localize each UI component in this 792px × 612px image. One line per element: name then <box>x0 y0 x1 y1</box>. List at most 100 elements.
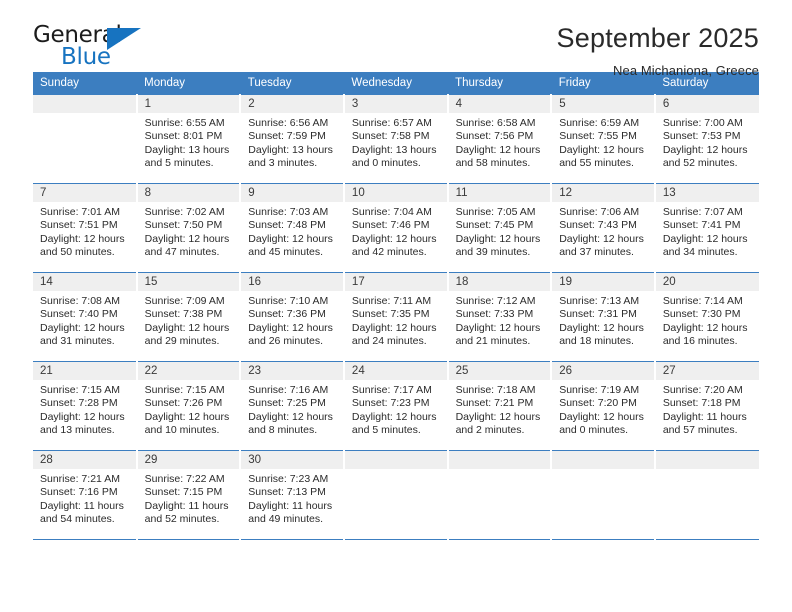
calendar-day-cell[interactable]: 4 Sunrise: 6:58 AM Sunset: 7:56 PM Daylight… <box>447 94 553 184</box>
calendar-day-cell[interactable]: 14 Sunrise: 7:08 AM Sunset: 7:40 PM Dayligh… <box>33 272 138 362</box>
day-number: 26 <box>552 362 654 380</box>
day-sun-info: Sunrise: 7:04 AM Sunset: 7:46 PM Daylight:… <box>345 202 447 260</box>
day-sun-info: Sunrise: 7:18 AM Sunset: 7:21 PM Daylight:… <box>449 380 551 438</box>
day-number: 18 <box>448 273 551 291</box>
day-cell-content <box>655 451 759 539</box>
day-cell-content: 22 Sunrise: 7:15 AM Sunset: 7:26 PM Dayligh… <box>137 362 240 450</box>
day-cell-content: 29 Sunrise: 7:22 AM Sunset: 7:15 PM Dayligh… <box>137 451 240 539</box>
day-number: 8 <box>137 184 240 202</box>
daylight-duration: Daylight: 13 hours and 0 minutes. <box>351 143 437 170</box>
sunrise-time: Sunrise: 7:19 AM <box>559 384 640 396</box>
sunset-time: Sunset: 7:26 PM <box>144 397 223 410</box>
calendar-day-cell[interactable]: 20 Sunrise: 7:14 AM Sunset: 7:30 PM Dayligh… <box>654 272 759 362</box>
day-cell-content: 23 Sunrise: 7:16 AM Sunset: 7:25 PM Dayligh… <box>241 362 343 450</box>
calendar-day-cell[interactable]: 3 Sunrise: 6:57 AM Sunset: 7:58 PM Daylight… <box>343 94 449 184</box>
day-number: 23 <box>241 362 343 380</box>
sunrise-time: Sunrise: 6:57 AM <box>351 117 432 129</box>
day-cell-content: 16 Sunrise: 7:10 AM Sunset: 7:36 PM Dayligh… <box>241 273 343 361</box>
calendar-day-cell[interactable]: 13 Sunrise: 7:07 AM Sunset: 7:41 PM Dayligh… <box>654 183 759 273</box>
day-number: 25 <box>448 362 551 380</box>
sunset-time: Sunset: 7:51 PM <box>40 219 118 232</box>
sunrise-time: Sunrise: 7:22 AM <box>144 473 225 485</box>
calendar-day-cell[interactable]: 17 Sunrise: 7:11 AM Sunset: 7:35 PM Dayligh… <box>343 272 449 362</box>
calendar-day-cell[interactable] <box>343 450 449 540</box>
sunrise-time: Sunrise: 6:55 AM <box>144 117 225 129</box>
daylight-duration: Daylight: 12 hours and 26 minutes. <box>248 321 333 348</box>
day-cell-content: 26 Sunrise: 7:19 AM Sunset: 7:20 PM Dayligh… <box>552 362 654 450</box>
calendar-day-cell[interactable]: 18 Sunrise: 7:12 AM Sunset: 7:33 PM Dayligh… <box>447 272 553 362</box>
calendar-day-cell[interactable] <box>551 450 656 540</box>
sunset-time: Sunset: 7:56 PM <box>455 130 534 143</box>
day-number: 3 <box>344 95 447 113</box>
day-number: 9 <box>241 184 343 202</box>
day-number: 5 <box>552 95 654 113</box>
day-cell-content: 18 Sunrise: 7:12 AM Sunset: 7:33 PM Dayligh… <box>448 273 551 361</box>
calendar-day-cell[interactable] <box>447 450 553 540</box>
calendar-day-cell[interactable]: 23 Sunrise: 7:16 AM Sunset: 7:25 PM Dayligh… <box>240 361 345 451</box>
day-cell-content: 4 Sunrise: 6:58 AM Sunset: 7:56 PM Daylight… <box>448 95 551 183</box>
sunset-time: Sunset: 8:01 PM <box>144 130 223 143</box>
weekday-header-wednesday: Wednesday <box>343 72 449 95</box>
calendar-day-cell[interactable]: 19 Sunrise: 7:13 AM Sunset: 7:31 PM Dayligh… <box>551 272 656 362</box>
title-block: September 2025 Nea Michaniona, Greece <box>556 22 759 77</box>
calendar-day-cell[interactable]: 24 Sunrise: 7:17 AM Sunset: 7:23 PM Dayligh… <box>343 361 449 451</box>
blue-triangle-icon <box>107 28 141 50</box>
sunset-time: Sunset: 7:59 PM <box>248 130 326 143</box>
day-sun-info: Sunrise: 7:13 AM Sunset: 7:31 PM Daylight:… <box>552 291 654 349</box>
day-number: 20 <box>655 273 759 291</box>
calendar-day-cell[interactable] <box>33 94 138 184</box>
calendar-day-cell[interactable]: 25 Sunrise: 7:18 AM Sunset: 7:21 PM Dayligh… <box>447 361 553 451</box>
sunset-time: Sunset: 7:50 PM <box>144 219 223 232</box>
calendar-day-cell[interactable]: 10 Sunrise: 7:04 AM Sunset: 7:46 PM Dayligh… <box>343 183 449 273</box>
daylight-duration: Daylight: 12 hours and 29 minutes. <box>144 321 230 348</box>
day-sun-info: Sunrise: 7:10 AM Sunset: 7:36 PM Daylight:… <box>241 291 343 349</box>
calendar-day-cell[interactable]: 6 Sunrise: 7:00 AM Sunset: 7:53 PM Daylight… <box>654 94 759 184</box>
day-cell-content: 27 Sunrise: 7:20 AM Sunset: 7:18 PM Dayligh… <box>655 362 759 450</box>
sunset-time: Sunset: 7:33 PM <box>455 308 534 321</box>
calendar-day-cell[interactable]: 27 Sunrise: 7:20 AM Sunset: 7:18 PM Dayligh… <box>654 361 759 451</box>
calendar-day-cell[interactable]: 28 Sunrise: 7:21 AM Sunset: 7:16 PM Dayligh… <box>33 450 138 540</box>
daylight-duration: Daylight: 12 hours and 55 minutes. <box>559 143 644 170</box>
day-cell-content: 9 Sunrise: 7:03 AM Sunset: 7:48 PM Daylight… <box>241 184 343 272</box>
calendar-day-cell[interactable]: 26 Sunrise: 7:19 AM Sunset: 7:20 PM Dayligh… <box>551 361 656 451</box>
calendar-week-row: 1 Sunrise: 6:55 AM Sunset: 8:01 PM Daylight… <box>33 94 759 184</box>
day-number: 14 <box>33 273 136 291</box>
calendar-day-cell[interactable]: 7 Sunrise: 7:01 AM Sunset: 7:51 PM Daylight… <box>33 183 138 273</box>
calendar-day-cell[interactable]: 30 Sunrise: 7:23 AM Sunset: 7:13 PM Dayligh… <box>240 450 345 540</box>
general-blue-logo[interactable]: General Blue <box>33 22 173 74</box>
calendar-day-cell[interactable]: 12 Sunrise: 7:06 AM Sunset: 7:43 PM Dayligh… <box>551 183 656 273</box>
weekday-header-thursday: Thursday <box>447 72 552 95</box>
calendar-day-cell[interactable]: 15 Sunrise: 7:09 AM Sunset: 7:38 PM Dayligh… <box>136 272 242 362</box>
calendar-day-cell[interactable] <box>654 450 759 540</box>
daylight-duration: Daylight: 12 hours and 42 minutes. <box>351 232 437 259</box>
day-cell-content: 30 Sunrise: 7:23 AM Sunset: 7:13 PM Dayligh… <box>241 451 343 539</box>
calendar-day-cell[interactable]: 22 Sunrise: 7:15 AM Sunset: 7:26 PM Dayligh… <box>136 361 242 451</box>
calendar-day-cell[interactable]: 8 Sunrise: 7:02 AM Sunset: 7:50 PM Daylight… <box>136 183 242 273</box>
day-number: 27 <box>655 362 759 380</box>
calendar-week-row: 14 Sunrise: 7:08 AM Sunset: 7:40 PM Dayligh… <box>33 272 759 362</box>
day-sun-info: Sunrise: 7:17 AM Sunset: 7:23 PM Daylight:… <box>345 380 447 438</box>
day-number: 24 <box>344 362 447 380</box>
calendar-day-cell[interactable]: 16 Sunrise: 7:10 AM Sunset: 7:36 PM Dayligh… <box>240 272 345 362</box>
day-number <box>655 451 759 469</box>
daylight-duration: Daylight: 13 hours and 5 minutes. <box>144 143 230 170</box>
calendar-day-cell[interactable]: 29 Sunrise: 7:22 AM Sunset: 7:15 PM Dayligh… <box>136 450 242 540</box>
day-sun-info: Sunrise: 7:11 AM Sunset: 7:35 PM Daylight:… <box>345 291 447 349</box>
weekday-header-sunday: Sunday <box>33 72 138 95</box>
sunrise-time: Sunrise: 7:15 AM <box>40 384 120 396</box>
day-sun-info: Sunrise: 7:14 AM Sunset: 7:30 PM Daylight:… <box>656 291 759 349</box>
day-sun-info: Sunrise: 7:20 AM Sunset: 7:18 PM Daylight:… <box>656 380 759 438</box>
day-sun-info: Sunrise: 7:00 AM Sunset: 7:53 PM Daylight:… <box>656 113 759 171</box>
calendar-day-cell[interactable]: 21 Sunrise: 7:15 AM Sunset: 7:28 PM Dayligh… <box>33 361 138 451</box>
daylight-duration: Daylight: 12 hours and 16 minutes. <box>662 321 748 348</box>
calendar-day-cell[interactable]: 2 Sunrise: 6:56 AM Sunset: 7:59 PM Daylight… <box>240 94 345 184</box>
calendar-day-cell[interactable]: 1 Sunrise: 6:55 AM Sunset: 8:01 PM Daylight… <box>136 94 242 184</box>
page-title: September 2025 <box>556 23 759 53</box>
calendar-day-cell[interactable]: 11 Sunrise: 7:05 AM Sunset: 7:45 PM Dayligh… <box>447 183 553 273</box>
day-cell-content: 14 Sunrise: 7:08 AM Sunset: 7:40 PM Dayligh… <box>33 273 136 361</box>
calendar-day-cell[interactable]: 5 Sunrise: 6:59 AM Sunset: 7:55 PM Daylight… <box>551 94 656 184</box>
sunrise-time: Sunrise: 7:01 AM <box>40 206 120 218</box>
calendar-day-cell[interactable]: 9 Sunrise: 7:03 AM Sunset: 7:48 PM Daylight… <box>240 183 345 273</box>
day-cell-content: 3 Sunrise: 6:57 AM Sunset: 7:58 PM Daylight… <box>344 95 447 183</box>
day-number <box>448 451 551 469</box>
